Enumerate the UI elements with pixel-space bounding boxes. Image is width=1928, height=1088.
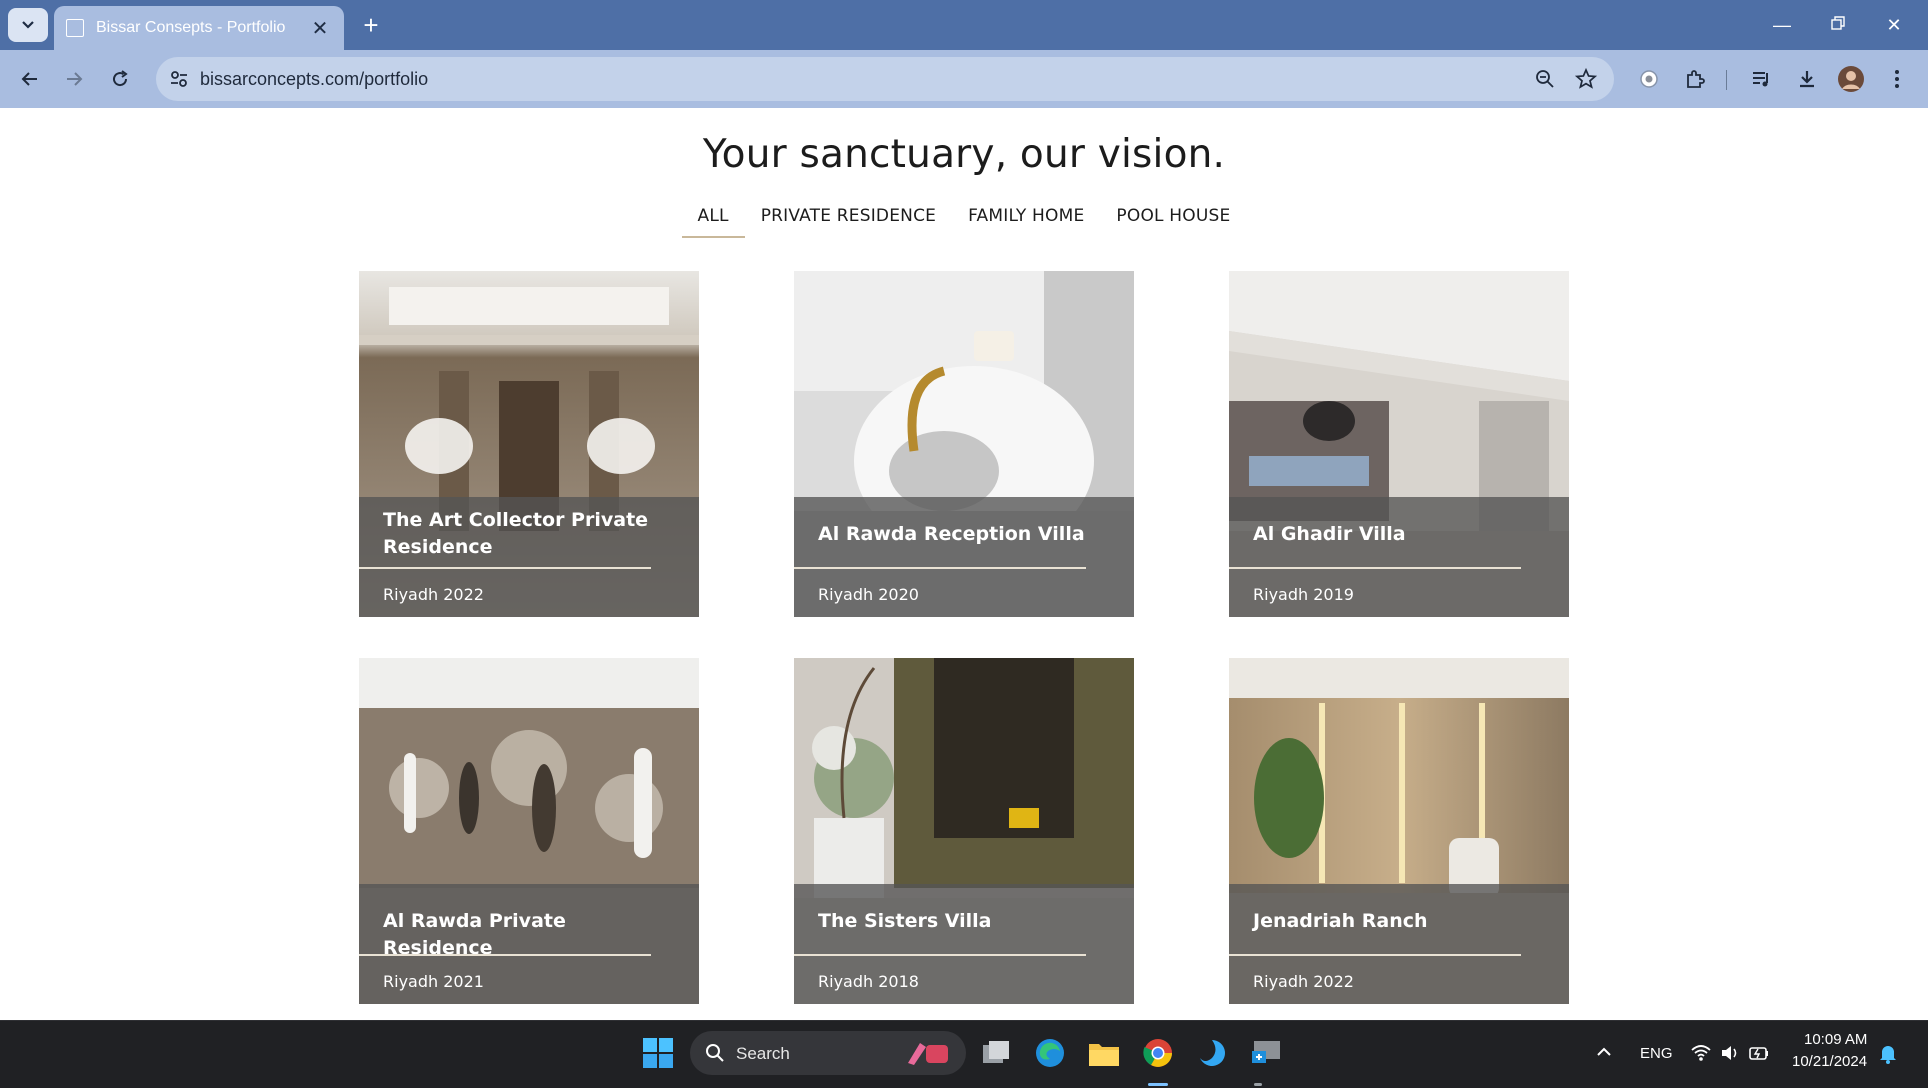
- caption-divider: [1229, 567, 1521, 569]
- taskbar-search-label: Search: [736, 1044, 790, 1063]
- filter-family-home[interactable]: FAMILY HOME: [952, 206, 1100, 238]
- page-icon: [66, 19, 84, 37]
- project-card-al-rawda-reception[interactable]: Al Rawda Reception Villa Riyadh 2020: [794, 271, 1134, 617]
- edge-browser-icon[interactable]: [1030, 1033, 1070, 1073]
- project-card-sisters-villa[interactable]: The Sisters Villa Riyadh 2018: [794, 658, 1134, 1004]
- browser-toolbar: bissarconcepts.com/portfolio: [0, 50, 1928, 108]
- minimize-icon[interactable]: —: [1762, 10, 1802, 40]
- new-tab-button[interactable]: +: [356, 10, 386, 40]
- project-name: Al Ghadir Villa: [1253, 523, 1406, 545]
- windows-start-icon[interactable]: [642, 1037, 674, 1069]
- forward-button[interactable]: [58, 63, 90, 95]
- tab-title: Bissar Consepts - Portfolio: [96, 19, 286, 36]
- caption-divider: [1229, 954, 1521, 956]
- project-location-year: Riyadh 2020: [818, 585, 919, 604]
- caption-divider: [359, 567, 651, 569]
- language-indicator[interactable]: ENG: [1640, 1045, 1673, 1062]
- media-queue-icon[interactable]: [1746, 64, 1776, 94]
- download-icon[interactable]: [1792, 64, 1822, 94]
- search-highlight-icon: [908, 1043, 948, 1065]
- search-icon: [706, 1044, 724, 1062]
- restore-icon[interactable]: [1818, 10, 1858, 40]
- close-tab-icon[interactable]: ✕: [308, 16, 332, 41]
- profile-avatar[interactable]: [1836, 64, 1866, 94]
- tab-search-button[interactable]: [8, 8, 48, 42]
- bookmark-star-icon[interactable]: [1574, 67, 1598, 91]
- windows-taskbar: Search ENG 10:09 AM 10/21/2024: [0, 1020, 1928, 1088]
- close-window-icon[interactable]: ✕: [1874, 10, 1914, 40]
- zoom-icon[interactable]: [1534, 68, 1556, 90]
- app-icon-blue[interactable]: [1192, 1033, 1232, 1073]
- url-text: bissarconcepts.com/portfolio: [200, 69, 429, 89]
- project-location-year: Riyadh 2021: [383, 972, 484, 991]
- project-location-year: Riyadh 2022: [1253, 972, 1354, 991]
- arrow-left-icon: [21, 72, 37, 86]
- page-headline: Your sanctuary, our vision.: [702, 132, 1226, 177]
- active-app-indicator: [1148, 1083, 1168, 1086]
- filter-pool-house[interactable]: POOL HOUSE: [1100, 206, 1246, 238]
- filter-all[interactable]: ALL: [681, 206, 745, 238]
- project-card-al-rawda-private[interactable]: Al Rawda Private Residence Riyadh 2021: [359, 658, 699, 1004]
- project-name: Al Rawda Reception Villa: [818, 523, 1085, 545]
- chevron-down-icon: [22, 21, 34, 29]
- project-name: The Art Collector Private Residence: [383, 509, 649, 558]
- wifi-icon[interactable]: [1690, 1043, 1712, 1063]
- project-name: The Sisters Villa: [818, 910, 992, 932]
- chrome-icon[interactable]: [1138, 1033, 1178, 1073]
- extension-record-icon[interactable]: [1634, 64, 1664, 94]
- project-card-jenadriah-ranch[interactable]: Jenadriah Ranch Riyadh 2022: [1229, 658, 1569, 1004]
- reload-button[interactable]: [104, 63, 136, 95]
- back-button[interactable]: [14, 63, 46, 95]
- project-card-al-ghadir[interactable]: Al Ghadir Villa Riyadh 2019: [1229, 271, 1569, 617]
- chevron-up-icon[interactable]: [1596, 1047, 1612, 1057]
- caption-divider: [359, 954, 651, 956]
- clock-date[interactable]: 10/21/2024: [1792, 1053, 1867, 1070]
- project-name: Jenadriah Ranch: [1253, 910, 1428, 932]
- filter-private-residence[interactable]: PRIVATE RESIDENCE: [745, 206, 952, 238]
- project-location-year: Riyadh 2018: [818, 972, 919, 991]
- caption-divider: [794, 567, 1086, 569]
- task-view-icon[interactable]: [976, 1033, 1016, 1073]
- volume-icon[interactable]: [1720, 1043, 1740, 1063]
- extensions-puzzle-icon[interactable]: [1680, 64, 1710, 94]
- remote-desktop-icon[interactable]: [1246, 1033, 1286, 1073]
- address-bar[interactable]: bissarconcepts.com/portfolio: [156, 57, 1614, 101]
- more-menu-icon[interactable]: [1882, 64, 1912, 94]
- site-settings-icon[interactable]: [168, 68, 190, 90]
- portfolio-page: Your sanctuary, our vision. ALL PRIVATE …: [4, 108, 1924, 1020]
- running-app-indicator: [1254, 1083, 1262, 1086]
- project-card-art-collector[interactable]: The Art Collector Private Residence Riya…: [359, 271, 699, 617]
- toolbar-divider: [1726, 70, 1727, 90]
- reload-icon: [113, 70, 128, 87]
- project-location-year: Riyadh 2022: [383, 585, 484, 604]
- notification-bell-icon[interactable]: [1878, 1043, 1898, 1065]
- taskbar-search-box[interactable]: Search: [690, 1031, 966, 1075]
- clock-time[interactable]: 10:09 AM: [1804, 1031, 1867, 1048]
- project-location-year: Riyadh 2019: [1253, 585, 1354, 604]
- caption-divider: [794, 954, 1086, 956]
- battery-icon[interactable]: [1748, 1043, 1770, 1063]
- browser-tab[interactable]: Bissar Consepts - Portfolio ✕: [54, 6, 344, 50]
- arrow-right-icon: [67, 72, 83, 86]
- browser-titlebar: Bissar Consepts - Portfolio ✕ + — ✕: [0, 0, 1928, 50]
- file-explorer-icon[interactable]: [1084, 1033, 1124, 1073]
- category-filters: ALL PRIVATE RESIDENCE FAMILY HOME POOL H…: [4, 206, 1924, 238]
